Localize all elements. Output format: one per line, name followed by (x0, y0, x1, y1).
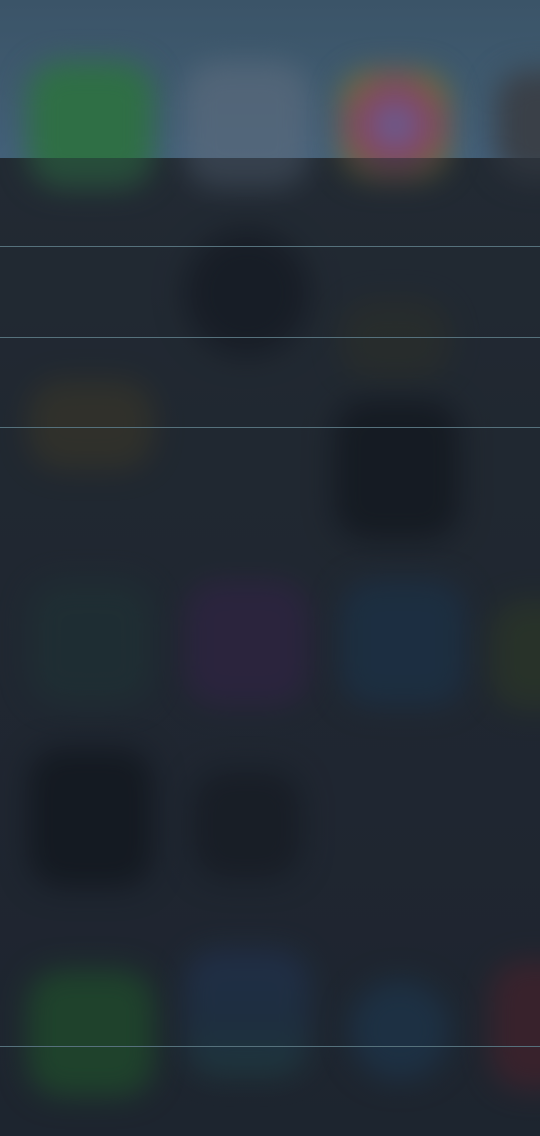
sheet-option-slot-1[interactable] (0, 158, 540, 246)
sheet-bottom-slot[interactable] (0, 1047, 540, 1136)
sheet-content-area (0, 428, 540, 1046)
sheet-option-slot-3[interactable] (0, 338, 540, 427)
sheet-option-slot-2[interactable] (0, 247, 540, 337)
share-sheet-screen (0, 0, 540, 1136)
